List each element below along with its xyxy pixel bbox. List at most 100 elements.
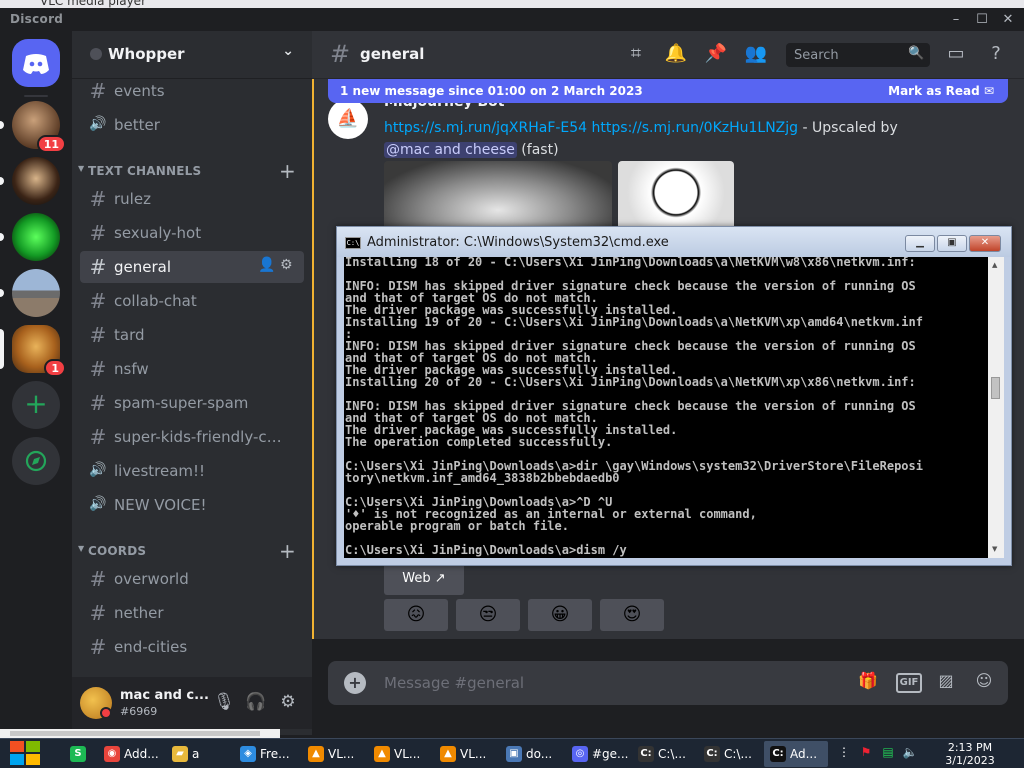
taskbar-item[interactable]: ▰ a bbox=[166, 741, 230, 767]
channel-overworld[interactable]: # overworld bbox=[80, 563, 304, 595]
vlc-window-titlebar[interactable]: VLC media player bbox=[0, 0, 1024, 8]
channel-sexualy-hot[interactable]: # sexualy-hot bbox=[80, 217, 304, 249]
category-coords[interactable]: ▼ COORDS + bbox=[76, 539, 308, 563]
taskbar-item[interactable]: C: Ad... bbox=[764, 741, 828, 767]
channel-nsfw[interactable]: # nsfw bbox=[80, 353, 304, 385]
mark-as-read-button[interactable]: Mark as Read ✉ bbox=[888, 84, 994, 98]
channel-label: super-kids-friendly-ch... bbox=[114, 428, 284, 446]
channel-label: nether bbox=[114, 604, 164, 622]
username[interactable]: mac and c... bbox=[120, 688, 209, 703]
message-link-1[interactable]: https://s.mj.run/jqXRHaF-E54 bbox=[384, 120, 587, 136]
user-settings-gear-icon[interactable]: ⚙ bbox=[276, 692, 300, 716]
taskbar-item[interactable]: ▲ VL... bbox=[368, 741, 430, 767]
help-icon[interactable]: ? bbox=[984, 43, 1008, 67]
server-icon-1[interactable]: 11 bbox=[0, 101, 66, 153]
category-text-channels[interactable]: ▼ TEXT CHANNELS + bbox=[76, 159, 308, 183]
taskbar-item[interactable]: ▣ do... bbox=[500, 741, 562, 767]
mention-badge: 11 bbox=[36, 135, 66, 153]
minimize-button[interactable]: – bbox=[942, 10, 970, 30]
channel-end-cities[interactable]: # end-cities bbox=[80, 631, 304, 663]
scrollbar-thumb[interactable] bbox=[991, 377, 1000, 399]
home-button[interactable] bbox=[12, 39, 60, 87]
cmd-titlebar[interactable]: C:\ Administrator: C:\Windows\System32\c… bbox=[337, 227, 1011, 257]
server-icon-5[interactable]: 1 bbox=[0, 325, 66, 377]
add-server-button[interactable]: + bbox=[12, 381, 60, 429]
channel-spam-super-spam[interactable]: # spam-super-spam bbox=[80, 387, 304, 419]
server-icon-3[interactable] bbox=[0, 213, 60, 261]
bot-avatar[interactable]: ⛵ bbox=[328, 99, 368, 139]
sticker-icon[interactable]: ▨ bbox=[934, 671, 958, 695]
channel-rulez[interactable]: # rulez bbox=[80, 183, 304, 215]
gear-icon[interactable]: ⚙ bbox=[280, 257, 293, 273]
app-icon: C: bbox=[704, 746, 720, 762]
taskbar-item[interactable]: C: C:\... bbox=[632, 741, 694, 767]
scrollbar-thumb[interactable] bbox=[10, 731, 260, 736]
cmd-scrollbar[interactable]: ▲ ▼ bbox=[988, 257, 1004, 558]
cmd-window[interactable]: C:\ Administrator: C:\Windows\System32\c… bbox=[336, 226, 1012, 566]
taskbar-item[interactable]: ▲ VL... bbox=[434, 741, 496, 767]
notification-bell-icon[interactable]: 🔔 bbox=[664, 43, 688, 67]
channel-general[interactable]: # general 👤 ⚙ bbox=[80, 251, 304, 283]
channel-livestream[interactable]: 🔊 livestream!! bbox=[80, 455, 304, 487]
clock[interactable]: 2:13 PM 3/1/2023 bbox=[940, 741, 1000, 767]
horizontal-scrollbar[interactable] bbox=[0, 729, 280, 738]
channel-new-voice[interactable]: 🔊 NEW VOICE! bbox=[80, 489, 304, 521]
channel-events[interactable]: # events bbox=[80, 75, 304, 107]
message-composer: + 🎁 GIF ▨ ☺ bbox=[328, 661, 1008, 705]
emoji-icon[interactable]: ☺ bbox=[972, 671, 996, 695]
reaction-button-3[interactable]: 😀 bbox=[528, 599, 592, 631]
maximize-button[interactable]: ☐ bbox=[968, 10, 996, 30]
invite-member-icon[interactable]: 👤 bbox=[258, 257, 275, 273]
message-input[interactable] bbox=[384, 672, 824, 694]
microphone-icon[interactable]: 🎙 bbox=[212, 692, 236, 716]
start-button[interactable] bbox=[10, 741, 42, 767]
volume-icon[interactable]: 🔈 bbox=[902, 745, 918, 761]
reaction-button-4[interactable]: 😍 bbox=[600, 599, 664, 631]
flag-icon[interactable]: ⚑ bbox=[858, 745, 874, 761]
reaction-button-2[interactable]: 😒 bbox=[456, 599, 520, 631]
image-attachment-2[interactable] bbox=[618, 161, 734, 231]
upload-plus-button[interactable]: + bbox=[344, 672, 366, 694]
taskbar-item[interactable]: ▲ VL... bbox=[302, 741, 364, 767]
web-link-button[interactable]: Web ↗ bbox=[384, 563, 464, 595]
scroll-up-arrow-icon[interactable]: ▲ bbox=[992, 261, 997, 269]
server-header[interactable]: Whopper ⌄ bbox=[72, 31, 312, 79]
user-mention[interactable]: @mac and cheese bbox=[384, 142, 517, 158]
network-icon[interactable]: ▤ bbox=[880, 745, 896, 761]
new-messages-bar[interactable]: 1 new message since 01:00 on 2 March 202… bbox=[328, 79, 1008, 103]
server-icon-4[interactable] bbox=[0, 269, 60, 317]
headphones-icon[interactable]: 🎧 bbox=[244, 692, 268, 716]
taskbar-item[interactable]: S bbox=[64, 741, 94, 767]
member-list-icon[interactable]: 👥 bbox=[744, 43, 768, 67]
cmd-close-button[interactable]: ✕ bbox=[969, 235, 1001, 252]
channel-super-kids-friendly[interactable]: # super-kids-friendly-ch... bbox=[80, 421, 304, 453]
image-attachment-1[interactable] bbox=[384, 161, 612, 231]
tray-overflow-icon[interactable]: ⋮ bbox=[836, 745, 852, 761]
gift-icon[interactable]: 🎁 bbox=[856, 671, 880, 695]
close-button[interactable]: ✕ bbox=[994, 10, 1022, 30]
taskbar-item[interactable]: ◉ Add... bbox=[98, 741, 162, 767]
taskbar-item[interactable]: C: C:\... bbox=[698, 741, 760, 767]
reaction-button-1[interactable]: 😖 bbox=[384, 599, 448, 631]
threads-icon[interactable]: ⌗ bbox=[624, 43, 648, 67]
channel-nether[interactable]: # nether bbox=[80, 597, 304, 629]
channel-collab-chat[interactable]: # collab-chat bbox=[80, 285, 304, 317]
pin-icon[interactable]: 📌 bbox=[704, 43, 728, 67]
create-channel-icon[interactable]: + bbox=[279, 539, 296, 563]
speaker-icon: 🔊 bbox=[89, 496, 107, 512]
create-channel-icon[interactable]: + bbox=[279, 159, 296, 183]
taskbar-item[interactable]: ◈ Fre... bbox=[234, 741, 298, 767]
server-icon-2[interactable] bbox=[0, 157, 60, 205]
cmd-console[interactable]: Installing 18 of 20 - C:\Users\Xi JinPin… bbox=[344, 257, 1004, 558]
message-link-2[interactable]: https://s.mj.run/0KzHu1LNZjg bbox=[592, 120, 799, 136]
channel-tard[interactable]: # tard bbox=[80, 319, 304, 351]
explore-servers-button[interactable] bbox=[12, 437, 60, 485]
cmd-maximize-button[interactable]: ▣ bbox=[937, 235, 967, 252]
cmd-minimize-button[interactable]: ▁ bbox=[905, 235, 935, 252]
scroll-down-arrow-icon[interactable]: ▼ bbox=[992, 545, 997, 553]
inbox-icon[interactable]: ▭ bbox=[944, 43, 968, 67]
channel-better[interactable]: 🔊 better bbox=[80, 109, 304, 141]
taskbar-item[interactable]: ◎ #ge... bbox=[566, 741, 628, 767]
gif-button[interactable]: GIF bbox=[896, 673, 922, 693]
unread-pill bbox=[0, 233, 4, 241]
